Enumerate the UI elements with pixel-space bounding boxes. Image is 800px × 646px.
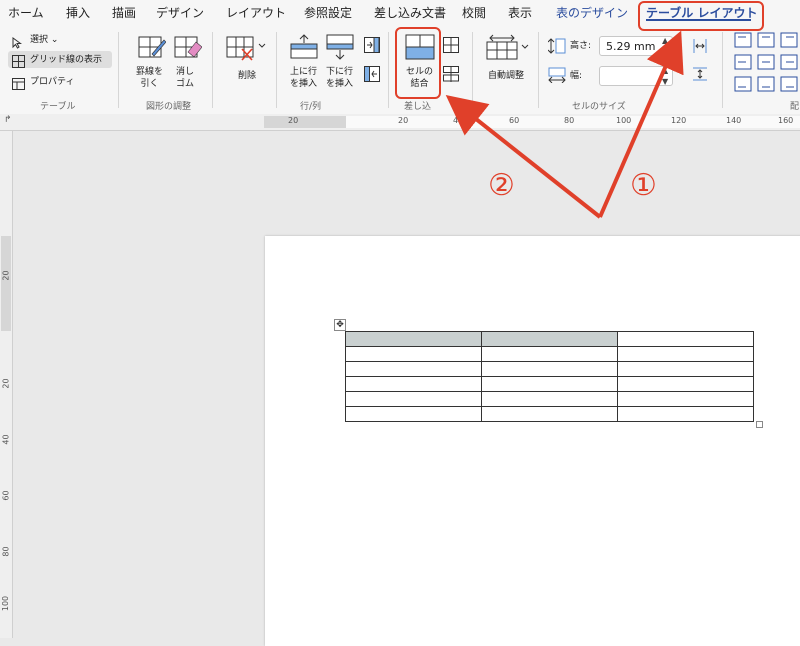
step-2-marker: ② bbox=[488, 168, 515, 203]
arrow-to-merge-button bbox=[445, 95, 602, 219]
step-1-marker: ① bbox=[630, 168, 657, 203]
annotation-arrows bbox=[445, 30, 684, 219]
